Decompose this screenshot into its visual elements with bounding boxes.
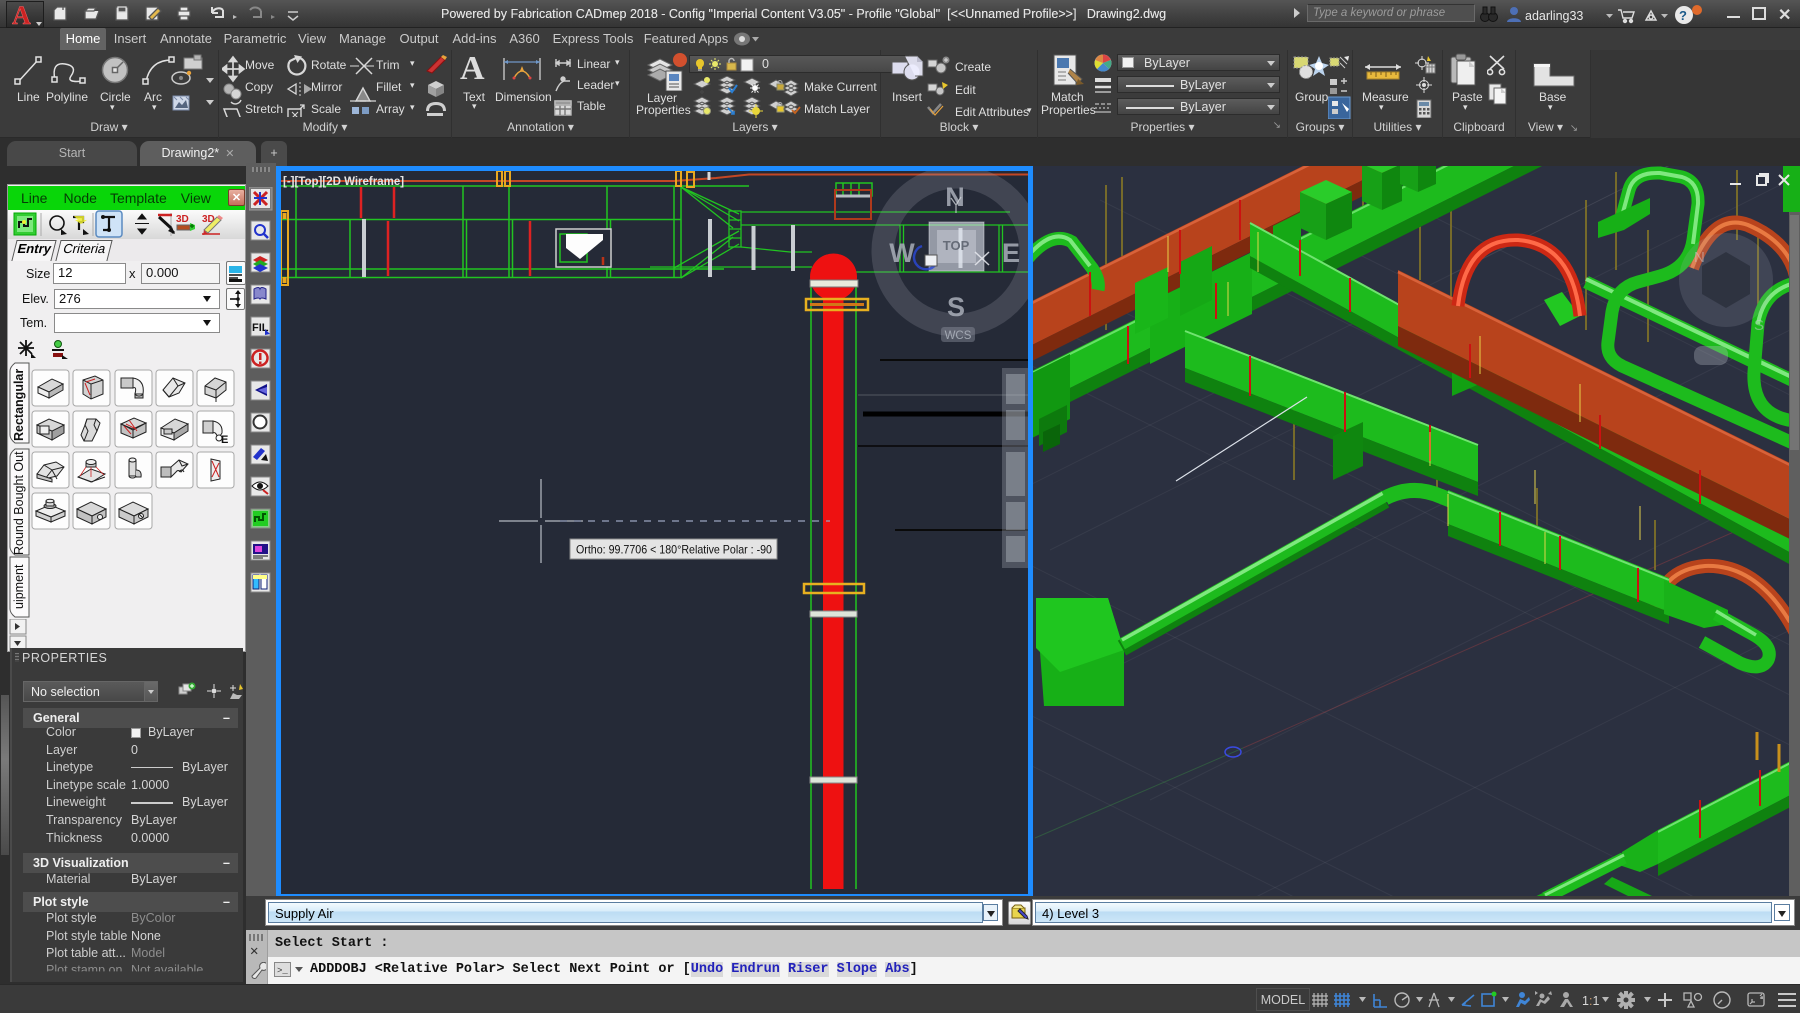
svg-text:Rectangular: Rectangular <box>12 369 26 441</box>
svg-text:1:1: 1:1 <box>1582 994 1599 1008</box>
svg-text:E: E <box>221 434 228 446</box>
svg-text:S: S <box>1754 317 1764 334</box>
svg-text:E: E <box>1002 238 1020 268</box>
svg-text:A: A <box>12 2 31 29</box>
svg-text:N: N <box>945 182 965 212</box>
svg-text:S: S <box>947 292 965 322</box>
svg-text:Round Bought Out: Round Bought Out <box>12 451 26 555</box>
svg-text:WCS: WCS <box>945 330 972 342</box>
svg-text:TOP: TOP <box>943 238 970 253</box>
svg-text:Ortho: 99.7706 < 180°Relative: Ortho: 99.7706 < 180°Relative Polar : -9… <box>576 543 772 557</box>
svg-text:[-][Top][2D Wireframe]: [-][Top][2D Wireframe] <box>283 176 404 188</box>
svg-text:adarling33: adarling33 <box>1525 9 1583 23</box>
svg-text:uipment: uipment <box>12 564 26 609</box>
svg-text:N: N <box>1694 249 1705 266</box>
svg-text:?: ? <box>1679 8 1687 23</box>
svg-text:3D: 3D <box>176 214 189 225</box>
svg-text:W: W <box>889 238 915 268</box>
